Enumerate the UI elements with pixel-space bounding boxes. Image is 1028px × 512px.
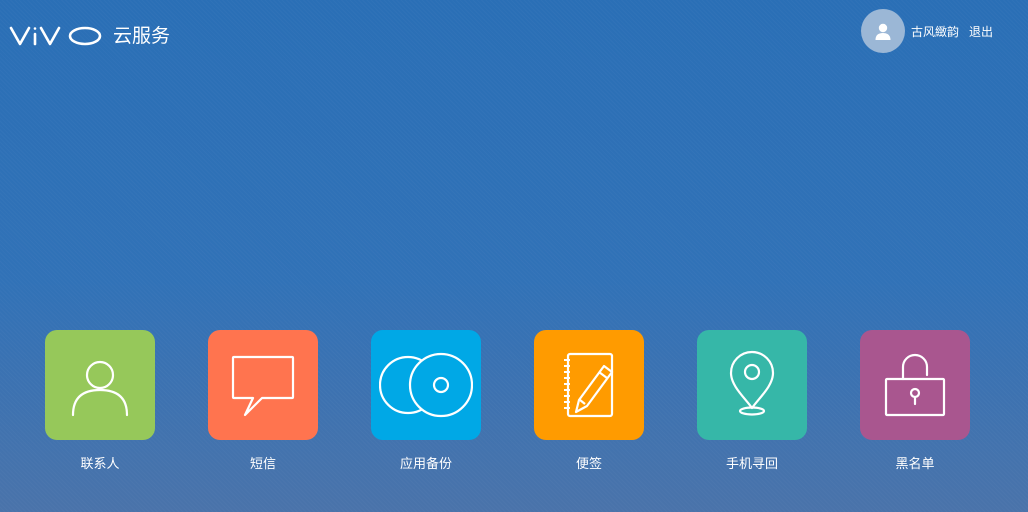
app-tile-backup[interactable] (371, 330, 481, 440)
app-label-backup: 应用备份 (399, 457, 452, 472)
blacklist-icon (884, 353, 946, 417)
find-phone-icon (729, 350, 775, 416)
app-backup[interactable]: 应用备份 (371, 330, 481, 474)
app-tile-find-phone[interactable] (697, 330, 807, 440)
app-label-messages: 短信 (249, 457, 276, 472)
avatar[interactable] (861, 9, 905, 53)
app-label-find-phone: 手机寻回 (725, 457, 778, 472)
app-grid: 联系人 短信 应用备份 便签 手机寻回 黑名单 (45, 330, 970, 474)
username[interactable]: 古风緻韵 (911, 23, 959, 40)
logo[interactable]: 云服务 (9, 22, 170, 50)
app-tile-contacts[interactable] (45, 330, 155, 440)
message-icon (231, 355, 295, 417)
app-messages[interactable]: 短信 (208, 330, 318, 474)
app-backup-icon (379, 352, 473, 418)
vivo-logo (9, 26, 102, 46)
app-notes[interactable]: 便签 (534, 330, 644, 474)
notes-icon (564, 352, 614, 418)
app-label-contacts: 联系人 (80, 457, 120, 472)
app-label-notes: 便签 (575, 457, 602, 472)
header: 云服务 古风緻韵 退出 (0, 0, 1028, 80)
logout-link[interactable]: 退出 (969, 23, 993, 40)
app-label-blacklist: 黑名单 (895, 457, 935, 472)
user-area: 古风緻韵 退出 (861, 9, 993, 53)
app-blacklist[interactable]: 黑名单 (860, 330, 970, 474)
app-contacts[interactable]: 联系人 (45, 330, 155, 474)
service-name: 云服务 (113, 25, 171, 47)
contacts-icon (71, 360, 129, 417)
app-tile-blacklist[interactable] (860, 330, 970, 440)
user-icon (875, 23, 891, 40)
app-tile-notes[interactable] (534, 330, 644, 440)
app-tile-messages[interactable] (208, 330, 318, 440)
app-find-phone[interactable]: 手机寻回 (697, 330, 807, 474)
